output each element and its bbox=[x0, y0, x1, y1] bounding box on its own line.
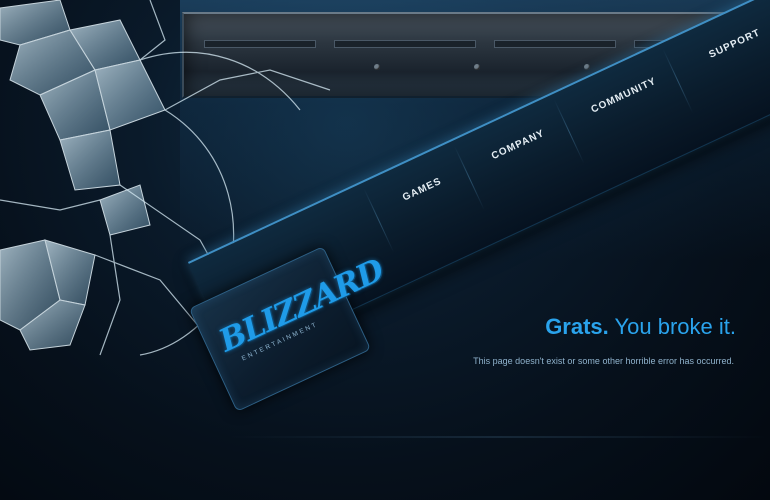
panel-bolt bbox=[584, 64, 590, 70]
nav-separator bbox=[662, 49, 694, 113]
nav-separator bbox=[454, 146, 485, 211]
nav-separator bbox=[363, 188, 395, 253]
glass-crack bbox=[139, 0, 166, 61]
nav-separator bbox=[553, 99, 585, 164]
glass-shard bbox=[99, 184, 151, 236]
error-headline-rest: You broke it. bbox=[614, 314, 737, 339]
panel-bolt bbox=[374, 64, 380, 70]
panel-bolt bbox=[474, 64, 480, 70]
glass-shard bbox=[59, 129, 121, 191]
nav-item-support[interactable]: SUPPORT bbox=[707, 27, 762, 60]
nav-item-company[interactable]: COMPANY bbox=[490, 128, 547, 162]
panel-rib bbox=[494, 40, 616, 48]
error-headline-bold: Grats. bbox=[545, 314, 609, 339]
nav-item-community[interactable]: COMMUNITY bbox=[590, 76, 659, 116]
error-message: This page doesn't exist or some other ho… bbox=[473, 356, 734, 366]
error-page: GAMES COMPANY COMMUNITY SUPPORT BLIZZARD… bbox=[0, 0, 770, 500]
nav-item-games[interactable]: GAMES bbox=[401, 176, 443, 204]
glass-crack bbox=[0, 199, 101, 211]
error-headline: Grats. You broke it. bbox=[0, 314, 736, 340]
panel-rib bbox=[334, 40, 476, 48]
glass-crack bbox=[164, 69, 331, 111]
glass-crack bbox=[139, 51, 301, 111]
floor-line-decoration bbox=[230, 436, 770, 438]
